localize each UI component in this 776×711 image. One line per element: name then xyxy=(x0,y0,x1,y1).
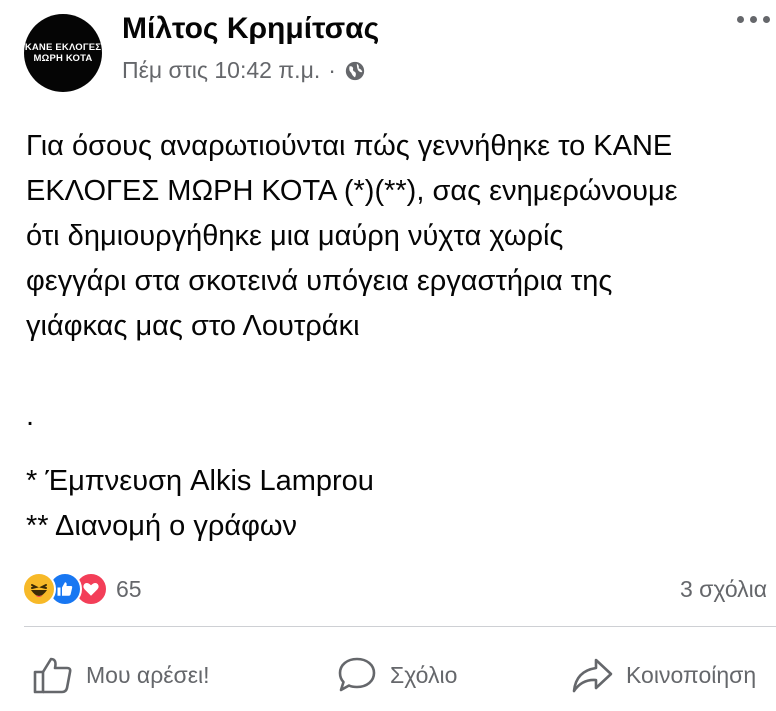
action-bar: Μου αρέσει! Σχόλιο Κοινοποίηση xyxy=(0,655,776,711)
reactions-summary[interactable]: 65 xyxy=(22,572,142,606)
timestamp[interactable]: Πέμ στις 10:42 π.μ. xyxy=(122,57,320,84)
comment-button[interactable]: Σχόλιο xyxy=(336,655,457,695)
body-dot: . xyxy=(26,400,35,432)
avatar-text-line2: ΜΩΡΗ ΚΟΤΑ xyxy=(33,53,93,64)
thumbs-up-icon xyxy=(33,657,72,694)
author-name[interactable]: Μίλτος Κρημίτσας xyxy=(122,12,379,46)
comment-label: Σχόλιο xyxy=(390,661,458,688)
more-options-icon[interactable] xyxy=(737,16,770,23)
footnote-1: * Έμπνευση Alkis Lamprou xyxy=(26,465,374,497)
body-line: Για όσους αναρωτιούνται πώς γεννήθηκε το… xyxy=(26,130,673,162)
post-body: Για όσους αναρωτιούνται πώς γεννήθηκε το… xyxy=(26,124,776,549)
like-button[interactable]: Μου αρέσει! xyxy=(32,655,210,695)
comments-count[interactable]: 3 σχόλια xyxy=(680,576,767,603)
share-label: Κοινοποίηση xyxy=(626,661,757,688)
comment-icon xyxy=(338,657,376,692)
body-line: ΕΚΛΟΓΕΣ ΜΩΡΗ ΚΟΤΑ (*)(**), σας ενημερώνο… xyxy=(26,175,678,207)
body-line: ότι δημιουργήθηκε μια μαύρη νύχτα χωρίς xyxy=(26,220,564,252)
like-label: Μου αρέσει! xyxy=(86,661,210,688)
avatar-text-line1: ΚΑΝΕ ΕΚΛΟΓΕΣ xyxy=(24,42,102,53)
share-button[interactable]: Κοινοποίηση xyxy=(570,655,756,695)
divider xyxy=(24,626,776,627)
body-line: γιάφκας μας στο Λουτράκι xyxy=(26,310,360,342)
share-icon xyxy=(572,658,613,693)
reaction-count: 65 xyxy=(116,575,142,602)
post-meta: Πέμ στις 10:42 π.μ. · xyxy=(122,57,366,84)
footnote-2: ** Διανομή ο γράφων xyxy=(26,510,298,542)
globe-icon xyxy=(345,61,365,80)
body-line: φεγγάρι στα σκοτεινά υπόγεια εργαστήρια … xyxy=(26,265,613,297)
haha-icon xyxy=(22,572,56,606)
page-avatar[interactable]: ΚΑΝΕ ΕΚΛΟΓΕΣ ΜΩΡΗ ΚΟΤΑ xyxy=(24,14,102,92)
meta-separator: · xyxy=(328,57,336,83)
